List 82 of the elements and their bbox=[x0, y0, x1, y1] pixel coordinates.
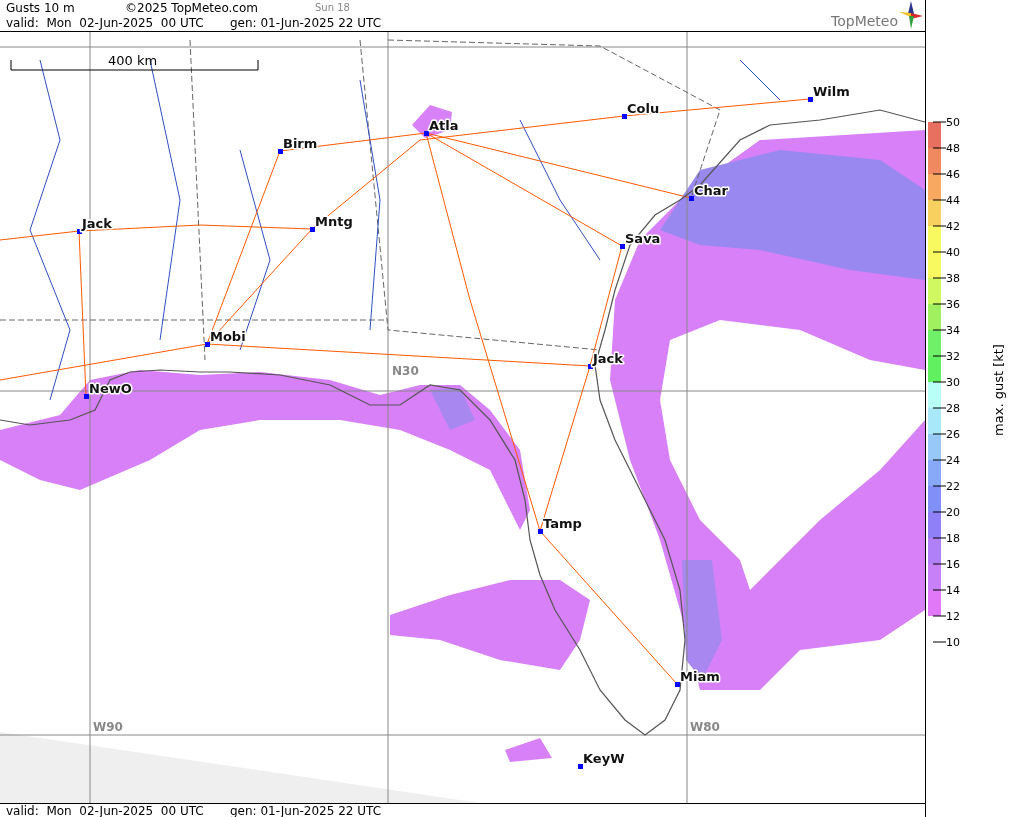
tick-mark bbox=[932, 485, 947, 487]
tick-label: 12 bbox=[946, 610, 960, 623]
tick-mark bbox=[932, 615, 947, 617]
tick-label: 32 bbox=[946, 350, 960, 363]
tick-label: 18 bbox=[946, 532, 960, 545]
tick-mark bbox=[932, 303, 947, 305]
grid-label: W90 bbox=[93, 720, 123, 734]
tick-mark bbox=[932, 381, 947, 383]
valid-time: valid: Mon 02-Jun-2025 00 UTC bbox=[6, 15, 205, 30]
city-marker bbox=[689, 196, 694, 201]
tick-mark bbox=[932, 277, 947, 279]
tick-label: 44 bbox=[946, 194, 960, 207]
tick-label: 30 bbox=[946, 376, 960, 389]
tick-label: 46 bbox=[946, 168, 960, 181]
map-title: Gusts 10 m bbox=[6, 0, 76, 15]
city-label: Miam bbox=[680, 669, 720, 684]
tick-label: 34 bbox=[946, 324, 960, 337]
tick-mark bbox=[932, 537, 947, 539]
city-label: Atla bbox=[429, 118, 459, 133]
tick-label: 10 bbox=[946, 636, 960, 649]
city-marker bbox=[808, 97, 813, 102]
tick-label: 20 bbox=[946, 506, 960, 519]
gust-area bbox=[505, 738, 552, 762]
tick-label: 24 bbox=[946, 454, 960, 467]
city-marker bbox=[675, 682, 680, 687]
copyright-text: ©2025 TopMeteo.com bbox=[125, 0, 259, 15]
city-marker bbox=[538, 529, 543, 534]
tick-label: 42 bbox=[946, 220, 960, 233]
tick-label: 28 bbox=[946, 402, 960, 415]
city-marker bbox=[205, 342, 210, 347]
tick-mark bbox=[932, 433, 947, 435]
tick-mark bbox=[932, 563, 947, 565]
scale-label: 400 km bbox=[108, 53, 158, 68]
strong-gust-area bbox=[430, 388, 475, 430]
city-label: KeyW bbox=[583, 751, 625, 766]
tick-label: 26 bbox=[946, 428, 960, 441]
city-marker bbox=[84, 394, 89, 399]
city-label: Colu bbox=[627, 101, 660, 116]
city-label: Birm bbox=[283, 136, 318, 151]
day-label: Sun 18 bbox=[315, 2, 350, 13]
tick-mark bbox=[932, 121, 947, 123]
generated-time: gen: 01-Jun-2025 22 UTC bbox=[230, 15, 382, 30]
tick-label: 22 bbox=[946, 480, 960, 493]
tick-mark bbox=[932, 329, 947, 331]
tick-label: 40 bbox=[946, 246, 960, 259]
city-marker bbox=[578, 764, 583, 769]
tick-label: 48 bbox=[946, 142, 960, 155]
city-marker bbox=[622, 114, 627, 119]
tick-label: 36 bbox=[946, 298, 960, 311]
tick-mark bbox=[932, 589, 947, 591]
tick-label: 50 bbox=[946, 116, 960, 129]
tick-mark bbox=[932, 251, 947, 253]
city-marker bbox=[588, 364, 593, 369]
grid-label: N30 bbox=[392, 364, 419, 378]
logo-text: TopMeteo bbox=[831, 14, 898, 29]
tick-mark bbox=[932, 459, 947, 461]
tick-label: 14 bbox=[946, 584, 960, 597]
city-marker bbox=[424, 131, 429, 136]
tick-label: 38 bbox=[946, 272, 960, 285]
city-marker bbox=[310, 227, 315, 232]
city-label: Jack bbox=[82, 216, 112, 231]
tick-mark bbox=[932, 173, 947, 175]
city-marker bbox=[278, 149, 283, 154]
generated-time: gen: 01-Jun-2025 22 UTC bbox=[230, 803, 382, 817]
tick-mark bbox=[932, 225, 947, 227]
compass-star-icon bbox=[899, 1, 923, 29]
tick-mark bbox=[932, 641, 947, 643]
tick-mark bbox=[932, 199, 947, 201]
valid-time: valid: Mon 02-Jun-2025 00 UTC bbox=[6, 803, 205, 817]
tick-mark bbox=[932, 511, 947, 513]
city-label: Char bbox=[694, 183, 728, 198]
city-label: Tamp bbox=[543, 516, 582, 531]
tick-mark bbox=[932, 355, 947, 357]
tick-label: 16 bbox=[946, 558, 960, 571]
city-marker bbox=[620, 244, 625, 249]
grid-label: W80 bbox=[690, 720, 720, 734]
legend-title: max. gust [kt] bbox=[991, 344, 1006, 436]
tick-mark bbox=[932, 407, 947, 409]
tick-mark bbox=[932, 147, 947, 149]
city-label: Wilm bbox=[813, 84, 850, 99]
city-label: Jack bbox=[593, 351, 623, 366]
city-marker bbox=[77, 229, 82, 234]
